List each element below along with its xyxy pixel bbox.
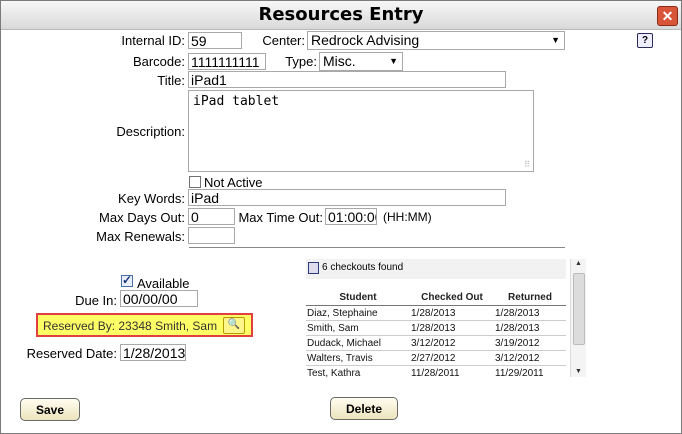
barcode-field[interactable]: 1111111111 — [188, 53, 266, 70]
not-active-checkbox[interactable] — [189, 176, 201, 188]
cell-returned: 3/19/2012 — [494, 335, 566, 351]
scroll-thumb[interactable] — [573, 273, 585, 345]
checkouts-scrollbar[interactable]: ▲ ▼ — [570, 259, 586, 377]
checkouts-found-text: 6 checkouts found — [322, 262, 404, 273]
table-row[interactable]: Diaz, Stephaine 1/28/2013 1/28/2013 — [306, 305, 566, 321]
table-row[interactable]: Test, Kathra 11/28/2011 11/29/2011 — [306, 365, 566, 379]
key-words-field[interactable]: iPad — [188, 189, 506, 206]
max-renewals-label: Max Renewals: — [96, 229, 185, 244]
due-in-field[interactable]: 00/00/00 — [120, 290, 198, 307]
description-textarea[interactable]: iPad tablet ⠿ — [188, 90, 534, 172]
help-icon[interactable]: ? — [637, 33, 653, 48]
cell-checked-out: 1/28/2013 — [410, 320, 494, 336]
section-divider — [189, 247, 565, 248]
save-button[interactable]: Save — [20, 398, 80, 421]
max-time-out-field[interactable]: 01:00:00 — [325, 208, 377, 225]
checkouts-found-bar: 6 checkouts found — [306, 259, 566, 279]
reserved-by-text: Reserved By: 23348 Smith, Sam — [43, 319, 218, 333]
reserved-by-box: Reserved By: 23348 Smith, Sam 🔍 — [36, 313, 253, 337]
resources-entry-window: Resources Entry ✕ ? Internal ID: 59 Cent… — [0, 0, 682, 434]
window-title: Resources Entry — [258, 4, 424, 25]
column-header-student[interactable]: Student — [306, 289, 410, 306]
scroll-down-icon[interactable]: ▼ — [571, 367, 586, 377]
barcode-label: Barcode: — [132, 54, 185, 69]
reserved-date-label: Reserved Date: — [26, 346, 117, 361]
max-days-out-label: Max Days Out: — [99, 210, 185, 225]
cell-checked-out: 3/12/2012 — [410, 335, 494, 351]
title-label: Title: — [157, 73, 185, 88]
available-checkbox[interactable] — [121, 273, 133, 287]
close-icon[interactable]: ✕ — [657, 6, 678, 26]
center-label: Center: — [262, 33, 305, 48]
cell-checked-out: 11/28/2011 — [410, 365, 494, 379]
cell-returned: 11/29/2011 — [494, 365, 566, 379]
cell-student: Test, Kathra — [306, 365, 410, 379]
center-select[interactable]: Redrock Advising ▼ — [307, 31, 565, 50]
delete-button[interactable]: Delete — [330, 397, 398, 420]
key-words-label: Key Words: — [118, 191, 185, 206]
title-bar: Resources Entry ✕ — [1, 1, 681, 30]
search-icon[interactable]: 🔍 — [223, 317, 245, 334]
chevron-down-icon: ▼ — [551, 35, 560, 45]
description-text: iPad tablet — [193, 94, 280, 109]
cell-returned: 1/28/2013 — [494, 320, 566, 336]
scroll-up-icon[interactable]: ▲ — [571, 259, 586, 269]
max-renewals-field[interactable] — [188, 227, 235, 244]
not-active-label: Not Active — [204, 175, 263, 190]
checkouts-table: Student Checked Out Returned Diaz, Steph… — [306, 289, 566, 379]
type-select-value: Misc. — [323, 53, 356, 69]
time-format-hint: (HH:MM) — [383, 210, 432, 224]
type-select[interactable]: Misc. ▼ — [319, 52, 403, 71]
table-row[interactable]: Smith, Sam 1/28/2013 1/28/2013 — [306, 320, 566, 336]
table-row[interactable]: Walters, Travis 2/27/2012 3/12/2012 — [306, 350, 566, 366]
cell-student: Walters, Travis — [306, 350, 410, 366]
table-header-row: Student Checked Out Returned — [306, 289, 566, 306]
checkouts-grid: 6 checkouts found Student Checked Out Re… — [306, 259, 566, 379]
cell-student: Dudack, Michael — [306, 335, 410, 351]
center-select-value: Redrock Advising — [311, 32, 420, 48]
internal-id-label: Internal ID: — [121, 33, 185, 48]
table-row[interactable]: Dudack, Michael 3/12/2012 3/19/2012 — [306, 335, 566, 351]
cell-student: Smith, Sam — [306, 320, 410, 336]
type-label: Type: — [285, 54, 317, 69]
available-label: Available — [137, 276, 190, 291]
resize-grip-icon[interactable]: ⠿ — [524, 160, 530, 169]
cell-returned: 3/12/2012 — [494, 350, 566, 366]
reserved-date-field[interactable]: 1/28/2013 — [120, 344, 186, 361]
chevron-down-icon: ▼ — [389, 56, 398, 66]
cell-student: Diaz, Stephaine — [306, 305, 410, 321]
due-in-label: Due In: — [75, 293, 117, 308]
column-header-checked-out[interactable]: Checked Out — [410, 289, 494, 306]
max-days-out-field[interactable]: 0 — [188, 208, 235, 225]
cell-checked-out: 2/27/2012 — [410, 350, 494, 366]
internal-id-field[interactable]: 59 — [188, 32, 242, 49]
column-header-returned[interactable]: Returned — [494, 289, 566, 306]
checkouts-icon — [308, 262, 319, 274]
cell-returned: 1/28/2013 — [494, 305, 566, 321]
max-time-out-label: Max Time Out: — [238, 210, 323, 225]
cell-checked-out: 1/28/2013 — [410, 305, 494, 321]
title-field[interactable]: iPad1 — [188, 71, 506, 88]
description-label: Description: — [116, 124, 185, 139]
